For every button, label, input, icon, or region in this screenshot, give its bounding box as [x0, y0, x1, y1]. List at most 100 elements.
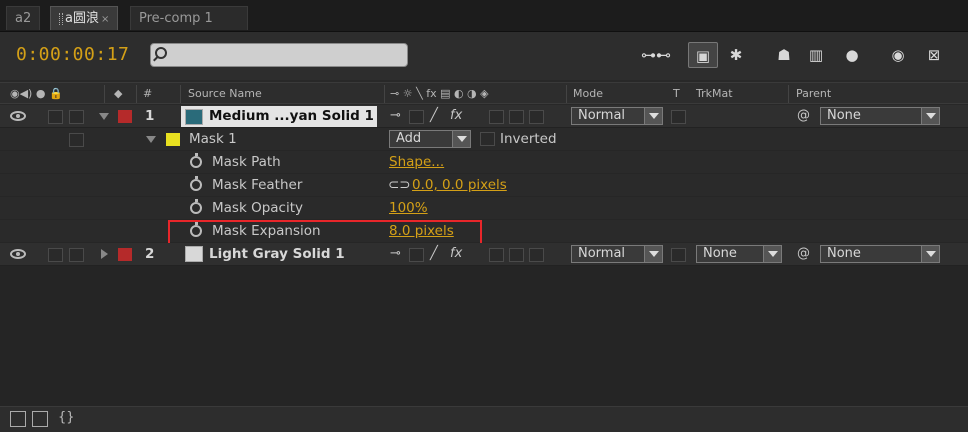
toggle-modes-icon[interactable] [32, 411, 48, 427]
expand-triangle-icon[interactable] [101, 249, 108, 259]
expand-in-out-icon[interactable]: {} [58, 410, 75, 425]
collapse-switch[interactable] [409, 248, 424, 262]
chevron-down-icon [452, 131, 470, 147]
mask-row[interactable]: Mask 1 Add Inverted [0, 128, 968, 151]
shy-switch-icon[interactable]: ⊸ [390, 108, 401, 123]
draft-3d-icon[interactable]: ✱ [722, 42, 750, 68]
motion-blur-icon[interactable]: ● [838, 42, 866, 68]
layer-row-1[interactable]: 1 Medium ...yan Solid 1 ⊸ ╱ fx Normal @ … [0, 105, 968, 128]
solo-switch[interactable] [48, 248, 63, 262]
header-trkmat: TrkMat [696, 87, 733, 100]
live-update-icon[interactable]: ▣ [688, 42, 718, 68]
column-header: ◉◀) ● 🔒 ◆ # Source Name ⊸ ☼ ╲ fx ▤ ◐ ◑ ◈… [0, 82, 968, 104]
frame-blend-switch[interactable] [489, 110, 504, 124]
header-parent: Parent [796, 87, 832, 100]
stopwatch-icon[interactable] [190, 199, 202, 214]
bottom-bar: {} [0, 406, 968, 432]
motion-blur-switch[interactable] [509, 248, 524, 262]
search-icon [155, 47, 167, 59]
header-num: # [143, 87, 153, 100]
eye-icon[interactable] [10, 249, 26, 259]
chevron-down-icon [644, 108, 662, 124]
solid-color-swatch [185, 109, 203, 125]
mask-path-value[interactable]: Shape... [389, 154, 444, 170]
trkmat-dropdown[interactable]: None [696, 245, 782, 263]
property-name: Mask Path [212, 154, 281, 170]
label-tag-icon: ◆ [114, 87, 123, 100]
layer-index: 1 [145, 108, 155, 124]
timeline-toolbar: 0:00:00:17 ⊶⊷ ▣ ✱ ☗ ▥ ● ◉ ⊠ [0, 32, 968, 80]
frame-blend-switch[interactable] [489, 248, 504, 262]
label-color-swatch[interactable] [118, 248, 132, 261]
current-time-display[interactable]: 0:00:00:17 [16, 44, 129, 65]
parent-dropdown[interactable]: None [820, 107, 940, 125]
search-input[interactable] [150, 43, 408, 67]
mask-feather-row: Mask Feather ⊂⊃ 0.0, 0.0 pixels [0, 174, 968, 197]
highlight-box [168, 220, 482, 245]
close-icon[interactable]: × [101, 14, 109, 25]
quality-switch-icon[interactable]: ╱ [430, 108, 438, 123]
property-name: Mask Opacity [212, 200, 303, 216]
mask-label-color[interactable] [166, 133, 180, 146]
layer-name[interactable]: Light Gray Solid 1 [209, 246, 345, 262]
mask-opacity-value[interactable]: 100% [389, 200, 428, 216]
mask-lock-switch[interactable] [69, 133, 84, 147]
av-features-header-icons: ◉◀) ● 🔒 [10, 87, 63, 100]
preserve-transparency-switch[interactable] [671, 110, 686, 124]
solo-switch[interactable] [48, 110, 63, 124]
hide-shy-layers-icon[interactable]: ☗ [770, 42, 798, 68]
mask-opacity-row: Mask Opacity 100% [0, 197, 968, 220]
tab-a-yuanlang[interactable]: a圆浪 × [50, 6, 119, 30]
property-name: Mask Feather [212, 177, 303, 193]
brainstorm-icon[interactable]: ◉ [884, 42, 912, 68]
expand-triangle-icon[interactable] [99, 113, 109, 120]
solid-color-swatch [185, 246, 203, 262]
pick-whip-icon[interactable]: @ [797, 246, 810, 261]
layer-name-field[interactable]: Medium ...yan Solid 1 [181, 106, 377, 127]
mask-feather-value[interactable]: 0.0, 0.0 pixels [412, 177, 507, 193]
effects-switch-icon[interactable]: fx [450, 246, 462, 261]
lock-switch[interactable] [69, 248, 84, 262]
layer-index: 2 [145, 246, 155, 262]
lock-switch[interactable] [69, 110, 84, 124]
effects-switch-icon[interactable]: fx [450, 108, 462, 123]
mask-mode-dropdown[interactable]: Add [389, 130, 471, 148]
frame-blending-icon[interactable]: ▥ [802, 42, 830, 68]
mode-dropdown[interactable]: Normal [571, 107, 663, 125]
chevron-down-icon [644, 246, 662, 262]
layer-row-2[interactable]: 2 Light Gray Solid 1 ⊸ ╱ fx Normal None … [0, 243, 968, 266]
expand-triangle-icon[interactable] [146, 136, 156, 143]
quality-switch-icon[interactable]: ╱ [430, 246, 438, 261]
mode-dropdown[interactable]: Normal [571, 245, 663, 263]
stopwatch-icon[interactable] [190, 153, 202, 168]
adjustment-switch[interactable] [529, 110, 544, 124]
switches-header-icons: ⊸ ☼ ╲ fx ▤ ◐ ◑ ◈ [390, 87, 489, 100]
tab-bar: a2 a圆浪 × Pre-comp 1 [0, 0, 968, 32]
graph-editor-icon[interactable]: ⊠ [918, 42, 950, 68]
header-source-name[interactable]: Source Name [188, 87, 262, 100]
mask-expansion-row: Mask Expansion 8.0 pixels [0, 220, 968, 243]
motion-blur-switch[interactable] [509, 110, 524, 124]
stopwatch-icon[interactable] [190, 176, 202, 191]
collapse-switch[interactable] [409, 110, 424, 124]
tab-grip-icon [59, 12, 63, 25]
inverted-checkbox[interactable] [480, 132, 495, 146]
mask-name[interactable]: Mask 1 [189, 131, 237, 147]
preserve-transparency-switch[interactable] [671, 248, 686, 262]
adjustment-switch[interactable] [529, 248, 544, 262]
pick-whip-icon[interactable]: @ [797, 108, 810, 123]
empty-layer-area[interactable] [0, 266, 968, 406]
tab-a2[interactable]: a2 [6, 6, 41, 30]
shy-switch-icon[interactable]: ⊸ [390, 246, 401, 261]
toggle-switches-icon[interactable] [10, 411, 26, 427]
comp-mini-flowchart-icon[interactable]: ⊶⊷ [638, 42, 674, 68]
mask-path-row: Mask Path Shape... [0, 151, 968, 174]
parent-dropdown[interactable]: None [820, 245, 940, 263]
header-t: T [673, 87, 680, 100]
label-color-swatch[interactable] [118, 110, 132, 123]
constrain-link-icon[interactable]: ⊂⊃ [388, 177, 411, 193]
eye-icon[interactable] [10, 111, 26, 121]
chevron-down-icon [921, 108, 939, 124]
inverted-label: Inverted [500, 131, 557, 147]
tab-pre-comp-1[interactable]: Pre-comp 1 [130, 6, 248, 30]
